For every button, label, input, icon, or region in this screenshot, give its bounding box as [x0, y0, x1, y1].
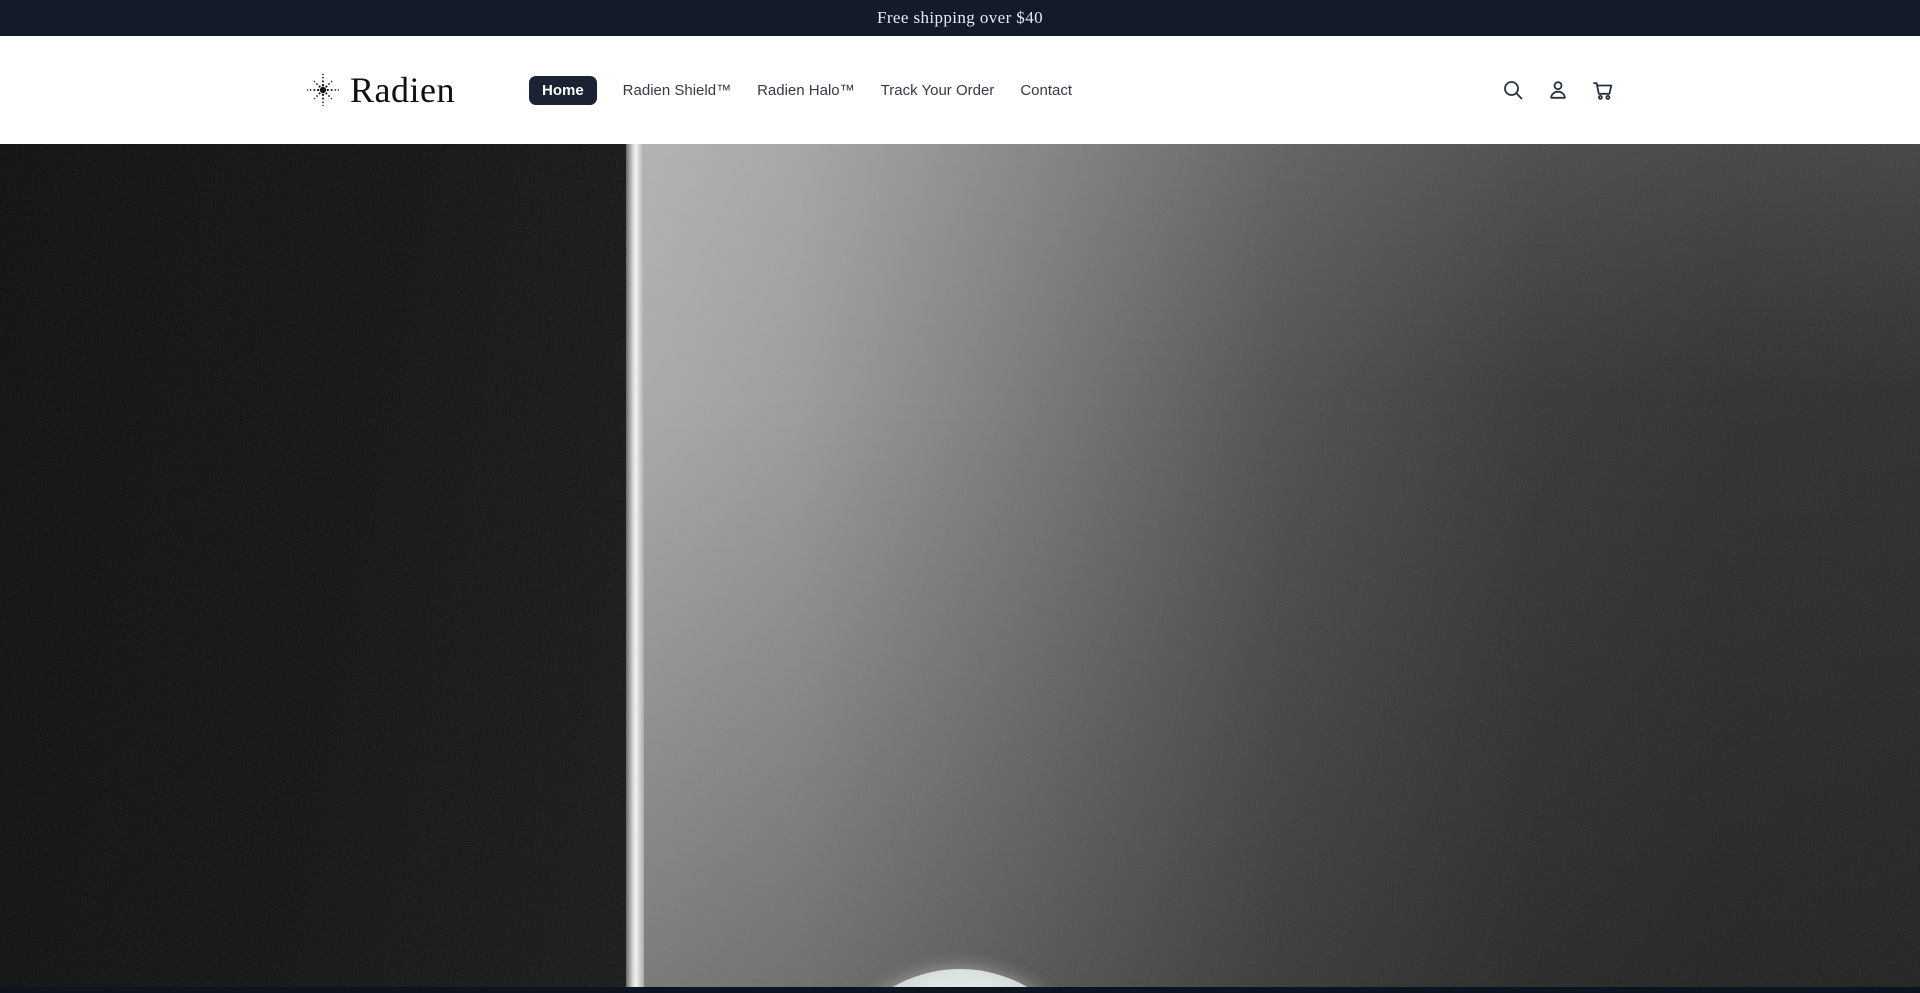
hero-edge-highlight: [626, 144, 644, 987]
next-section-strip: [0, 987, 1920, 993]
brand-logo[interactable]: Radien: [305, 72, 455, 108]
dotted-starburst-icon: [305, 72, 341, 108]
header-icons: [1501, 78, 1615, 102]
announcement-text: Free shipping over $40: [877, 8, 1043, 28]
main-nav: Home Radien Shield™ Radien Halo™ Track Y…: [529, 76, 1072, 105]
announcement-bar: Free shipping over $40: [0, 0, 1920, 36]
account-icon[interactable]: [1546, 78, 1570, 102]
search-icon[interactable]: [1501, 78, 1525, 102]
nav-link-contact[interactable]: Contact: [1020, 82, 1072, 99]
nav-link-home[interactable]: Home: [529, 76, 597, 105]
site-header: Radien Home Radien Shield™ Radien Halo™ …: [0, 36, 1920, 144]
hero-dark-background: [0, 144, 628, 987]
nav-link-track-your-order[interactable]: Track Your Order: [881, 82, 995, 99]
nav-link-radien-shield[interactable]: Radien Shield™: [623, 82, 731, 99]
hero-image: [0, 144, 1920, 987]
header-inner: Radien Home Radien Shield™ Radien Halo™ …: [305, 36, 1615, 144]
brand-name: Radien: [350, 72, 455, 108]
nav-link-radien-halo[interactable]: Radien Halo™: [757, 82, 855, 99]
cart-icon[interactable]: [1591, 78, 1615, 102]
hero-metal-panel: [644, 144, 1920, 987]
